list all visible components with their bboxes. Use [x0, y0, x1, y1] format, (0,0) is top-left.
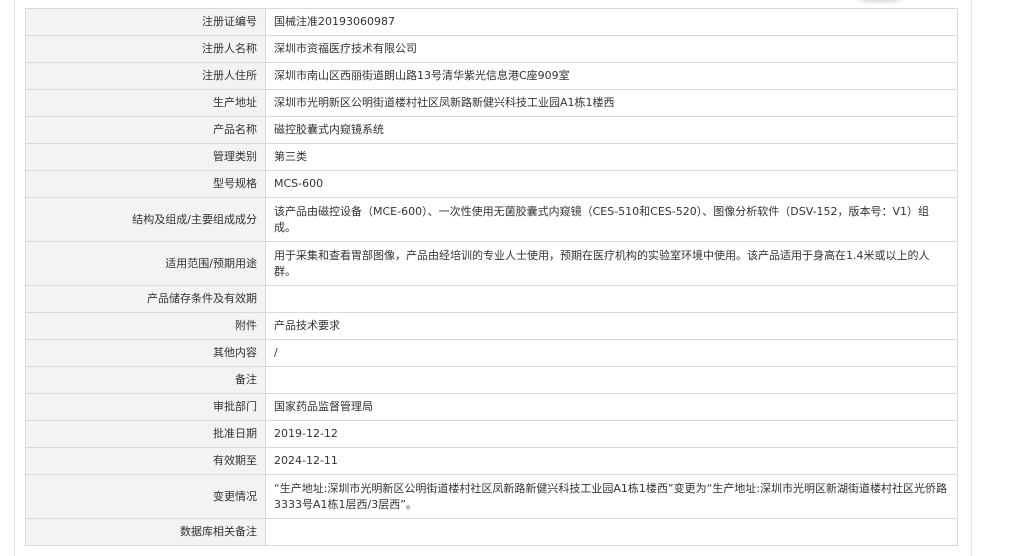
table-row: 审批部门 国家药品监督管理局: [25, 393, 958, 421]
table-row: 附件 产品技术要求: [25, 312, 958, 340]
row-value: “生产地址:深圳市光明新区公明街道楼村社区凤新路新健兴科技工业园A1栋1楼西”变…: [265, 474, 958, 519]
row-value: 深圳市资福医疗技术有限公司: [265, 35, 958, 63]
row-label: 结构及组成/主要组成成分: [25, 197, 266, 242]
row-value: 产品技术要求: [265, 312, 958, 340]
row-value: 深圳市光明新区公明街道楼村社区凤新路新健兴科技工业园A1栋1楼西: [265, 89, 958, 117]
row-value: 国械注准20193060987: [265, 8, 958, 36]
table-row: 备注: [25, 366, 958, 394]
row-value: 国家药品监督管理局: [265, 393, 958, 421]
row-value: 2024-12-11: [265, 447, 958, 475]
row-label: 注册人名称: [25, 35, 266, 63]
table-row: 注册人名称 深圳市资福医疗技术有限公司: [25, 35, 958, 63]
row-label: 附件: [25, 312, 266, 340]
row-label: 生产地址: [25, 89, 266, 117]
row-value: 深圳市南山区西丽街道朗山路13号清华紫光信息港C座909室: [265, 62, 958, 90]
row-label: 产品名称: [25, 116, 266, 144]
table-row: 产品名称 磁控胶囊式内窥镜系统: [25, 116, 958, 144]
row-label: 产品储存条件及有效期: [25, 285, 266, 313]
row-value: 该产品由磁控设备（MCE-600）、一次性使用无菌胶囊式内窥镜（CES-510和…: [265, 197, 958, 242]
row-value: /: [265, 339, 958, 367]
table-row: 结构及组成/主要组成成分 该产品由磁控设备（MCE-600）、一次性使用无菌胶囊…: [25, 197, 958, 242]
table-row: 生产地址 深圳市光明新区公明街道楼村社区凤新路新健兴科技工业园A1栋1楼西: [25, 89, 958, 117]
table-row: 适用范围/预期用途 用于采集和查看胃部图像，产品由经培训的专业人士使用，预期在医…: [25, 241, 958, 286]
table-row: 管理类别 第三类: [25, 143, 958, 171]
row-value: [265, 366, 958, 394]
row-label: 注册证编号: [25, 8, 266, 36]
row-label: 变更情况: [25, 474, 266, 519]
row-label: 适用范围/预期用途: [25, 241, 266, 286]
row-label: 管理类别: [25, 143, 266, 171]
row-label: 其他内容: [25, 339, 266, 367]
table-row: 注册人住所 深圳市南山区西丽街道朗山路13号清华紫光信息港C座909室: [25, 62, 958, 90]
row-label: 审批部门: [25, 393, 266, 421]
row-value: [265, 285, 958, 313]
row-label: 注册人住所: [25, 62, 266, 90]
row-label: 批准日期: [25, 420, 266, 448]
row-label: 有效期至: [25, 447, 266, 475]
row-label: 型号规格: [25, 170, 266, 198]
row-label: 数据库相关备注: [25, 518, 266, 546]
registration-detail-table: 注册证编号 国械注准20193060987 注册人名称 深圳市资福医疗技术有限公…: [25, 8, 958, 546]
table-row: 注册证编号 国械注准20193060987: [25, 8, 958, 36]
row-value: [265, 518, 958, 546]
row-value: 第三类: [265, 143, 958, 171]
table-row: 有效期至 2024-12-11: [25, 447, 958, 475]
row-value: 用于采集和查看胃部图像，产品由经培训的专业人士使用，预期在医疗机构的实验室环境中…: [265, 241, 958, 286]
table-row: 批准日期 2019-12-12: [25, 420, 958, 448]
table-row: 产品储存条件及有效期: [25, 285, 958, 313]
table-row: 其他内容 /: [25, 339, 958, 367]
row-value: MCS-600: [265, 170, 958, 198]
row-label: 备注: [25, 366, 266, 394]
table-row: 变更情况 “生产地址:深圳市光明新区公明街道楼村社区凤新路新健兴科技工业园A1栋…: [25, 474, 958, 519]
table-row: 数据库相关备注: [25, 518, 958, 546]
row-value: 磁控胶囊式内窥镜系统: [265, 116, 958, 144]
table-row: 型号规格 MCS-600: [25, 170, 958, 198]
row-value: 2019-12-12: [265, 420, 958, 448]
